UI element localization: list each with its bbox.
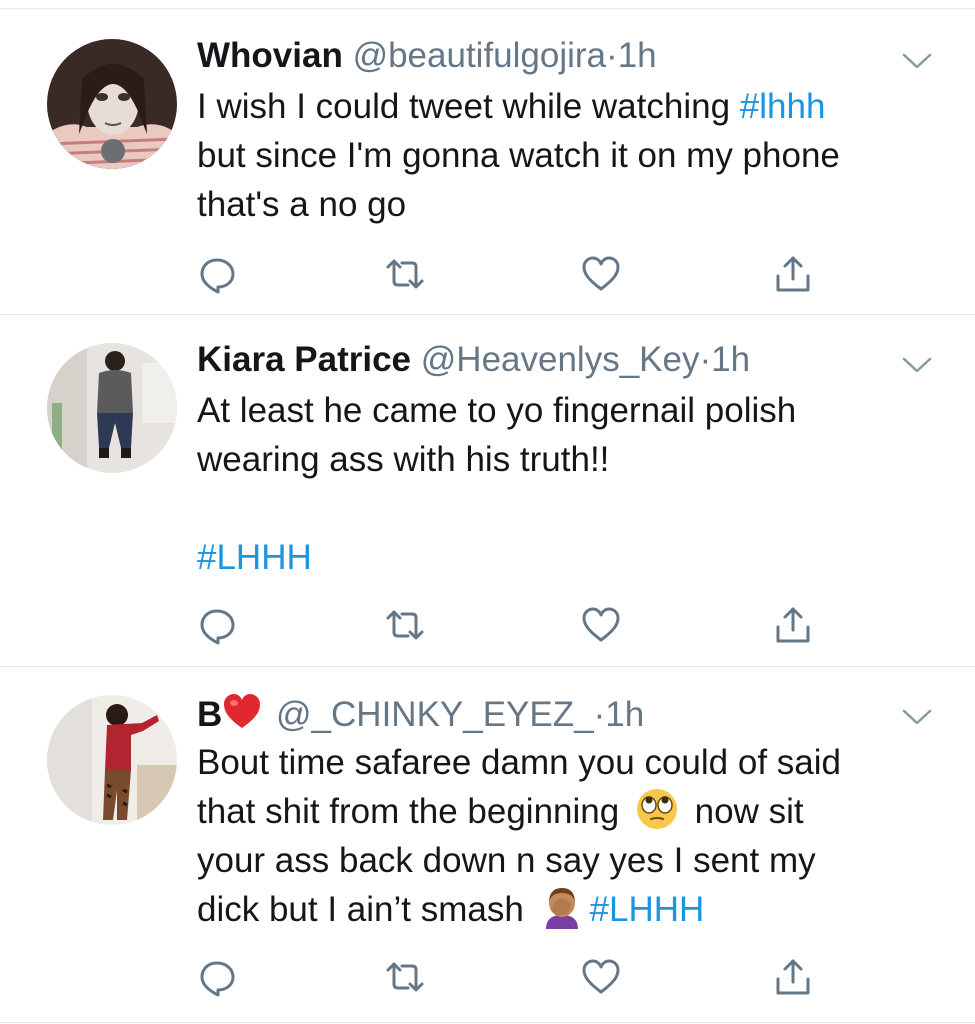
separator-dot: · <box>699 340 712 379</box>
tweet-line <box>197 484 937 533</box>
tweet-line: Bout time safaree damn you could of said <box>197 743 841 782</box>
avatar[interactable] <box>47 39 177 169</box>
tweet-card[interactable]: Whovian @beautifulgojira·1h I wish I cou… <box>0 9 975 314</box>
separator-dot: · <box>593 695 606 734</box>
display-name[interactable]: Whovian <box>197 36 343 75</box>
tweet-card[interactable]: B @_CHINKY_EYEZ_·1h Bout time safaree da… <box>0 667 975 1023</box>
share-icon[interactable] <box>773 957 813 997</box>
hashtag-link[interactable]: #lhhh <box>740 87 826 126</box>
text-run: now sit <box>684 792 804 831</box>
tweet-header: Kiara Patrice @Heavenlys_Key·1h <box>197 340 750 380</box>
tweet-line: but since I'm gonna watch it on my phone <box>197 136 840 175</box>
tweet-line: that shit from the beginning now sit <box>197 787 937 836</box>
tweet-line: dick but I ain’t smash #LHHH <box>197 885 937 934</box>
timestamp[interactable]: 1h <box>618 36 657 75</box>
chevron-down-icon[interactable] <box>900 51 934 71</box>
tweet-text: Bout time safaree damn you could of said… <box>197 738 937 934</box>
like-icon[interactable] <box>581 254 621 294</box>
user-handle[interactable]: @Heavenlys_Key <box>421 340 700 379</box>
chevron-down-icon[interactable] <box>900 355 934 375</box>
tweet-line: that's a no go <box>197 185 407 224</box>
like-icon[interactable] <box>581 957 621 997</box>
retweet-icon[interactable] <box>385 254 425 294</box>
tweet-line: wearing ass with his truth!! <box>197 440 610 479</box>
hashtag-link[interactable]: #LHHH <box>590 890 705 929</box>
text-run: dick but I ain’t smash <box>197 890 534 929</box>
user-handle[interactable]: @_CHINKY_EYEZ_ <box>276 695 594 734</box>
reply-icon[interactable] <box>197 605 237 645</box>
avatar[interactable] <box>47 695 177 825</box>
display-name[interactable]: B <box>197 695 222 734</box>
divider-bottom <box>0 1022 975 1023</box>
action-bar <box>197 254 837 294</box>
share-icon[interactable] <box>773 254 813 294</box>
share-icon[interactable] <box>773 605 813 645</box>
reply-icon[interactable] <box>197 254 237 294</box>
tweet-line: your ass back down n say yes I sent my <box>197 841 816 880</box>
tweet-header: Whovian @beautifulgojira·1h <box>197 36 657 76</box>
display-name[interactable]: Kiara Patrice <box>197 340 411 379</box>
tweet-text: I wish I could tweet while watching #lhh… <box>197 82 937 229</box>
retweet-icon[interactable] <box>385 957 425 997</box>
action-bar <box>197 957 837 997</box>
timestamp[interactable]: 1h <box>605 695 644 734</box>
tweet-text: At least he came to yo fingernail polish… <box>197 386 937 582</box>
reply-icon[interactable] <box>197 957 237 997</box>
chevron-down-icon[interactable] <box>900 707 934 727</box>
tweet-card[interactable]: Kiara Patrice @Heavenlys_Key·1h At least… <box>0 315 975 665</box>
text-run: that shit from the beginning <box>197 792 629 831</box>
retweet-icon[interactable] <box>385 605 425 645</box>
like-icon[interactable] <box>581 605 621 645</box>
rolling-eyes-emoji <box>635 787 679 831</box>
separator-dot: · <box>606 36 618 75</box>
tweet-header: B @_CHINKY_EYEZ_·1h <box>197 692 644 735</box>
hashtag-link[interactable]: #LHHH <box>197 533 937 582</box>
avatar[interactable] <box>47 343 177 473</box>
facepalm-emoji <box>540 885 584 929</box>
user-handle[interactable]: @beautifulgojira <box>353 36 606 75</box>
tweet-line: At least he came to yo fingernail polish <box>197 391 797 430</box>
timestamp[interactable]: 1h <box>711 340 750 379</box>
red-heart-emoji <box>222 692 262 732</box>
text-run: I wish I could tweet while watching <box>197 87 740 126</box>
action-bar <box>197 605 837 645</box>
tweet-line: I wish I could tweet while watching #lhh… <box>197 82 937 131</box>
